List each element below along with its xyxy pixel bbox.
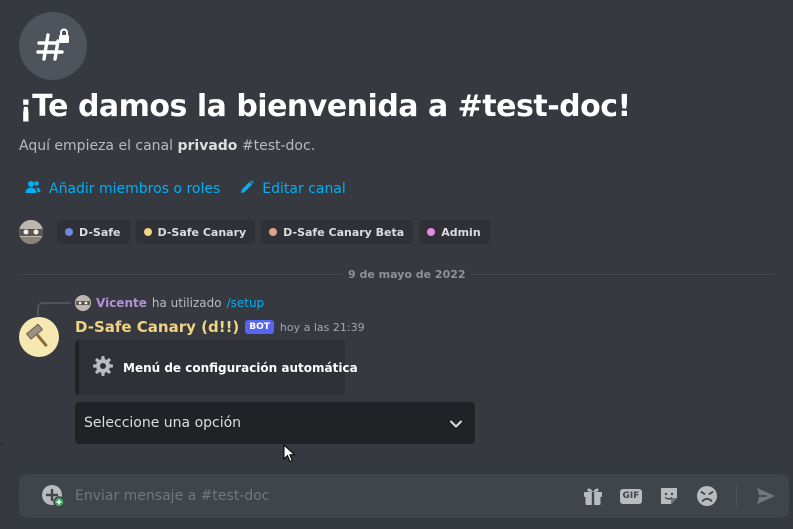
role-color-dot — [65, 228, 73, 236]
role-pill[interactable]: D-Safe Canary Beta — [261, 220, 414, 244]
welcome-subtitle: Aquí empieza el canal privado #test-doc. — [19, 138, 315, 154]
welcome-subtitle-suffix: #test-doc. — [237, 138, 316, 154]
role-color-dot — [143, 228, 152, 236]
add-member-icon — [25, 179, 41, 199]
role-color-dot — [269, 228, 278, 236]
channel-roles: D-Safe D-Safe Canary D-Safe Canary Beta … — [19, 220, 490, 244]
pencil-icon — [240, 180, 255, 198]
message-header: D-Safe Canary (d!!) BOT hoy a las 21:39 — [75, 318, 365, 336]
gif-icon: GIF — [619, 488, 643, 504]
edit-channel-button[interactable]: Editar canal — [240, 180, 346, 198]
role-pill[interactable]: D-Safe — [57, 220, 130, 244]
option-select-menu[interactable]: Seleccione una opción — [75, 402, 475, 444]
emoji-button[interactable] — [694, 483, 720, 509]
role-name: Admin — [441, 225, 481, 239]
chevron-down-icon — [449, 414, 463, 433]
welcome-subtitle-prefix: Aquí empieza el canal — [19, 138, 178, 154]
role-name: D-Safe Canary — [157, 225, 247, 239]
sidebar-edge — [0, 443, 4, 445]
reply-command[interactable]: /setup — [227, 296, 265, 310]
embed-title: Menú de configuración automática — [123, 360, 358, 375]
role-name: D-Safe — [79, 225, 121, 239]
attach-button[interactable] — [33, 474, 73, 518]
reply-connector — [37, 302, 71, 316]
gif-button[interactable]: GIF — [618, 483, 644, 509]
role-pill[interactable]: D-Safe Canary — [135, 220, 256, 244]
plus-circle-icon — [42, 485, 65, 508]
welcome-actions: Añadir miembros o roles Editar canal — [25, 179, 346, 199]
command-reply-context[interactable]: Vicente ha utilizado /setup — [75, 295, 264, 311]
message-composer: GIF — [19, 474, 789, 518]
select-placeholder: Seleccione una opción — [84, 415, 242, 431]
edit-channel-label: Editar canal — [262, 181, 346, 197]
role-color-dot — [427, 228, 436, 236]
welcome-subtitle-bold: privado — [177, 138, 238, 154]
message-timestamp: hoy a las 21:39 — [279, 320, 365, 334]
message-embed: Menú de configuración automática — [75, 340, 358, 395]
sticker-icon — [661, 488, 677, 504]
bot-avatar[interactable] — [19, 317, 59, 357]
send-button[interactable] — [753, 483, 779, 509]
message-input[interactable] — [73, 474, 580, 518]
mouse-cursor-icon — [283, 443, 297, 468]
channel-hashtag-lock-icon — [19, 12, 87, 80]
gift-icon — [584, 488, 602, 505]
date-divider-label: 9 de mayo de 2022 — [343, 268, 471, 281]
gift-button[interactable] — [580, 483, 606, 509]
send-icon — [757, 488, 775, 504]
emoji-icon — [697, 486, 717, 506]
reply-action-text: ha utilizado — [151, 296, 222, 310]
reply-username[interactable]: Vicente — [96, 296, 147, 310]
bot-tag-badge: BOT — [245, 320, 274, 334]
add-members-button[interactable]: Añadir miembros o roles — [25, 179, 220, 199]
role-pill[interactable]: Admin — [419, 220, 490, 244]
role-name: D-Safe Canary Beta — [283, 225, 405, 239]
message-author[interactable]: D-Safe Canary (d!!) — [75, 318, 239, 336]
add-members-label: Añadir miembros o roles — [49, 181, 221, 197]
reply-user-avatar — [75, 295, 91, 311]
member-avatar[interactable] — [19, 220, 43, 244]
composer-toolbar: GIF — [580, 483, 789, 509]
gear-icon — [93, 355, 113, 380]
welcome-title: ¡Te damos la bienvenida a #test-doc! — [19, 89, 631, 124]
toolbar-separator — [736, 484, 737, 508]
sticker-button[interactable] — [656, 483, 682, 509]
